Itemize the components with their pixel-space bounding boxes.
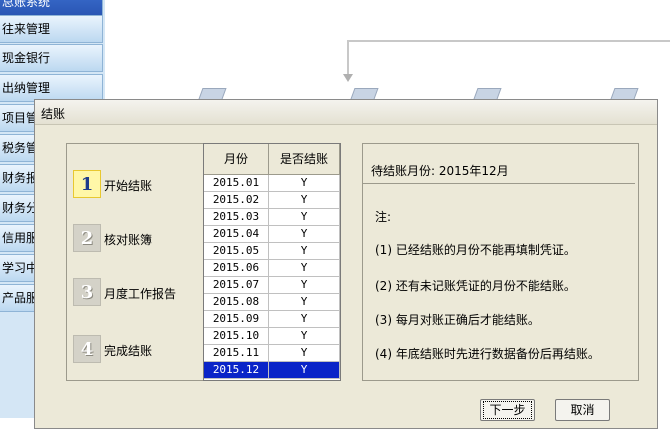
workflow-arrow-icon	[343, 74, 353, 82]
sidebar-item[interactable]: 出纳管理	[0, 74, 103, 102]
month-cell: 2015.07	[204, 277, 269, 294]
info-panel: 待结账月份: 2015年12月 注: (1) 已经结账的月份不能再填制凭证。 (…	[362, 143, 639, 381]
closed-status-cell: Y	[269, 294, 340, 311]
closed-status-cell: Y	[269, 175, 340, 192]
note-item: (4) 年底结账时先进行数据备份后再结账。	[375, 347, 600, 361]
table-row[interactable]: 2015.09 Y	[204, 311, 340, 328]
month-cell: 2015.11	[204, 345, 269, 362]
table-row[interactable]: 2015.04 Y	[204, 226, 340, 243]
note-item: (1) 已经结账的月份不能再填制凭证。	[375, 243, 576, 257]
month-cell: 2015.08	[204, 294, 269, 311]
closed-status-cell: Y	[269, 345, 340, 362]
table-row[interactable]: 2015.12 Y	[204, 362, 340, 379]
table-row[interactable]: 2015.11 Y	[204, 345, 340, 362]
month-cell: 2015.03	[204, 209, 269, 226]
sidebar-item[interactable]: 往来管理	[0, 15, 103, 43]
month-cell: 2015.12	[204, 362, 269, 379]
note-item: (2) 还有未记账凭证的月份不能结账。	[375, 279, 576, 293]
step-number-icon: 3	[73, 278, 101, 306]
month-status-table: 月份 是否结账 2015.01 Y 2015.02 Y 2015.03 Y 2015.04 Y…	[203, 143, 341, 381]
closed-status-cell: Y	[269, 209, 340, 226]
closed-status-cell: Y	[269, 260, 340, 277]
workflow-connector-horizontal	[348, 40, 670, 42]
month-cell: 2015.05	[204, 243, 269, 260]
step-label: 月度工作报告	[104, 287, 177, 301]
closing-dialog: 结账 1 开始结账 2 核对账簿 3 月度工作报告 4 完成结账 月份 是否结账 2015.0…	[34, 99, 658, 429]
table-row[interactable]: 2015.08 Y	[204, 294, 340, 311]
closed-status-cell: Y	[269, 226, 340, 243]
step-item: 3 月度工作报告	[67, 278, 208, 308]
dialog-titlebar[interactable]: 结账	[35, 100, 657, 125]
step-label: 开始结账	[104, 179, 153, 193]
sidebar-item[interactable]: 现金银行	[0, 44, 103, 72]
closed-status-cell: Y	[269, 311, 340, 328]
step-number-icon: 2	[73, 224, 101, 252]
step-number-icon: 1	[73, 170, 101, 198]
table-row[interactable]: 2015.02 Y	[204, 192, 340, 209]
step-number-icon: 4	[73, 335, 101, 363]
table-row[interactable]: 2015.10 Y	[204, 328, 340, 345]
month-cell: 2015.04	[204, 226, 269, 243]
next-step-label: 下一步	[483, 401, 532, 419]
month-cell: 2015.01	[204, 175, 269, 192]
step-item: 1 开始结账	[67, 170, 208, 200]
table-row[interactable]: 2015.06 Y	[204, 260, 340, 277]
month-cell: 2015.02	[204, 192, 269, 209]
month-cell: 2015.09	[204, 311, 269, 328]
steps-panel: 1 开始结账 2 核对账簿 3 月度工作报告 4 完成结账	[66, 143, 209, 381]
closed-status-cell: Y	[269, 328, 340, 345]
sidebar-item[interactable]: 总账系统	[0, 0, 103, 16]
closed-status-cell: Y	[269, 277, 340, 294]
workflow-connector-vertical	[347, 40, 349, 76]
step-label: 完成结账	[104, 344, 153, 358]
month-cell: 2015.10	[204, 328, 269, 345]
closed-status-cell: Y	[269, 243, 340, 260]
info-divider	[363, 183, 635, 184]
closed-status-cell: Y	[269, 362, 340, 379]
table-row[interactable]: 2015.03 Y	[204, 209, 340, 226]
table-row[interactable]: 2015.01 Y	[204, 175, 340, 192]
column-header-closed[interactable]: 是否结账	[269, 144, 340, 175]
dialog-title: 结账	[41, 107, 66, 121]
note-title: 注:	[375, 210, 392, 224]
table-row[interactable]: 2015.05 Y	[204, 243, 340, 260]
step-item: 4 完成结账	[67, 335, 208, 365]
note-item: (3) 每月对账正确后才能结账。	[375, 313, 540, 327]
month-cell: 2015.06	[204, 260, 269, 277]
table-row[interactable]: 2015.07 Y	[204, 277, 340, 294]
column-header-month[interactable]: 月份	[204, 144, 269, 175]
step-item: 2 核对账簿	[67, 224, 208, 254]
pending-month-label: 待结账月份: 2015年12月	[371, 164, 509, 178]
closed-status-cell: Y	[269, 192, 340, 209]
step-label: 核对账簿	[104, 233, 153, 247]
